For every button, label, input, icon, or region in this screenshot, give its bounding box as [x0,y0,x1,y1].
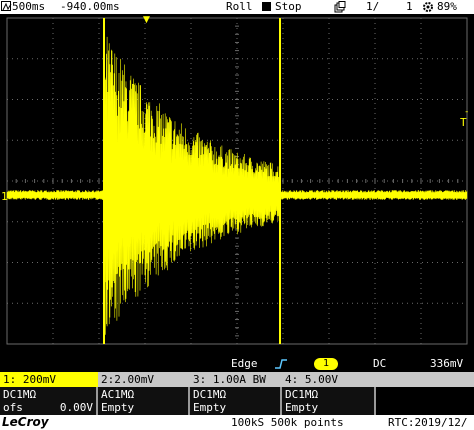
channel-coupling-row: DC1MΩ ofs 0.00V AC1MΩ Empty DC1MΩ Empty … [0,387,474,415]
stack-icon [334,1,346,13]
waveform-canvas: ▼ 1 T - [0,14,474,356]
channel2-empty: Empty [101,401,135,414]
rising-edge-icon [274,358,288,370]
channel2-coupling: AC1MΩ [101,388,135,401]
gear-icon[interactable] [422,1,434,13]
channel4-coupling: DC1MΩ [285,388,319,401]
channel3-scale[interactable]: 3: 1.00A BW [190,372,282,387]
footer-bar: LeCroy 100kS 500k points RTC:2019/12/ [0,415,474,430]
channel1-offset-label: ofs [3,401,23,414]
trigger-coupling[interactable]: DC [373,356,386,372]
channel2-scale[interactable]: 2:2.00mV [98,372,190,387]
trigger-level-value[interactable]: 336mV [430,356,463,372]
channel1-info[interactable]: DC1MΩ ofs 0.00V [0,387,98,415]
brand-logo: LeCroy [2,415,49,429]
trigger-level-marker: T [460,116,467,129]
trigger-count: 1/ [366,0,380,13]
rtc-clock: RTC:2019/12/ [388,416,468,429]
channel1-coupling: DC1MΩ [3,388,37,401]
channel1-offset: ofs 0.00V [3,401,93,414]
channel1-scale[interactable]: 1: 200mV [0,372,98,387]
channel4-info[interactable]: DC1MΩ Empty [282,387,376,415]
acquisition-count: 1 [406,0,413,13]
channel2-info[interactable]: AC1MΩ Empty [98,387,190,415]
delay-value[interactable]: -940.00ms [60,0,120,14]
trigger-time-marker: ▼ [143,15,150,25]
channel3-empty: Empty [193,401,227,414]
acquisition-mode[interactable]: Roll [226,0,253,14]
trigger-type[interactable]: Edge [231,356,258,372]
waveform-display[interactable]: ▼ 1 T - [0,14,474,356]
top-status-bar: 500ms -940.00ms Roll Stop 1/ 1 89% [0,0,474,14]
trigger-status-bar: Edge 1 DC 336mV [0,356,474,372]
channel3-info[interactable]: DC1MΩ Empty [190,387,282,415]
timebase-value[interactable]: 500ms [12,0,45,14]
waveform-icon [1,1,12,11]
sample-rate: 100kS 500k points [231,416,344,429]
channel1-ground-marker: 1 [1,190,8,203]
battery-level: 89% [437,0,457,13]
trigger-source: 1 [322,358,330,369]
channel4-scale[interactable]: 4: 5.00V [282,372,376,387]
trigger-level-marker-right: - [464,107,469,117]
channel-label-row: 1: 200mV 2:2.00mV 3: 1.00A BW 4: 5.00V [0,372,474,387]
channel1-offset-value: 0.00V [59,401,93,414]
run-stop-square-icon [262,2,271,11]
run-state[interactable]: Stop [275,0,302,14]
channel4-empty: Empty [285,401,319,414]
channel3-coupling: DC1MΩ [193,388,227,401]
trigger-source-badge[interactable]: 1 [314,358,338,370]
